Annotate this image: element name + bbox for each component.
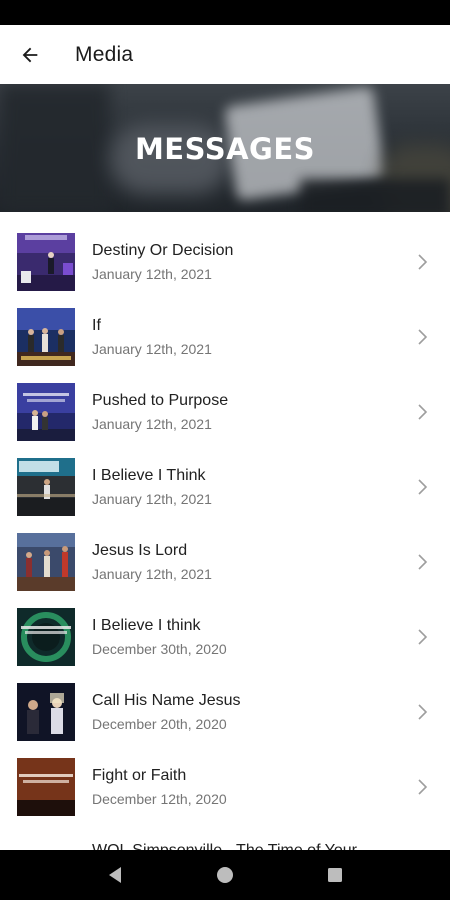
message-list[interactable]: Destiny Or Decision January 12th, 2021 I… <box>0 212 450 850</box>
nav-home-button[interactable] <box>205 855 245 895</box>
chevron-right-icon <box>418 404 428 420</box>
message-title: Pushed to Purpose <box>92 392 229 409</box>
square-recents-icon <box>328 868 342 882</box>
triangle-back-icon <box>109 867 121 883</box>
status-bar <box>0 0 450 25</box>
page-title: Media <box>75 42 134 66</box>
circle-home-icon <box>217 867 233 883</box>
list-item[interactable]: If January 12th, 2021 <box>0 287 450 366</box>
message-thumbnail <box>17 383 75 441</box>
message-thumbnail <box>17 683 75 741</box>
message-title: Call His Name Jesus <box>92 692 241 709</box>
list-item[interactable]: Destiny Or Decision January 12th, 2021 <box>0 212 450 291</box>
chevron-right-icon <box>418 254 428 270</box>
list-item[interactable]: Fight or Faith December 12th, 2020 <box>0 737 450 816</box>
list-item[interactable]: I Believe I Think January 12th, 2021 <box>0 437 450 516</box>
app-bar: Media <box>0 25 450 84</box>
message-date: December 30th, 2020 <box>92 641 227 657</box>
message-date: January 12th, 2021 <box>92 416 212 432</box>
message-thumbnail <box>17 308 75 366</box>
message-title: Jesus Is Lord <box>92 542 188 559</box>
message-title: WOL Simpsonville - The Time of Your <box>92 842 357 850</box>
message-title: Destiny Or Decision <box>92 242 234 259</box>
system-nav-bar <box>0 850 450 900</box>
list-item[interactable]: Pushed to Purpose January 12th, 2021 <box>0 362 450 441</box>
message-date: December 20th, 2020 <box>92 716 227 732</box>
message-title: If <box>92 317 101 334</box>
back-button[interactable] <box>0 25 60 84</box>
message-date: January 12th, 2021 <box>92 266 212 282</box>
message-title: Fight or Faith <box>92 767 187 784</box>
list-item[interactable]: Jesus Is Lord January 12th, 2021 <box>0 512 450 591</box>
chevron-right-icon <box>418 704 428 720</box>
list-item[interactable]: WOL Simpsonville - The Time of Your <box>0 812 450 850</box>
list-item[interactable]: Call His Name Jesus December 20th, 2020 <box>0 662 450 741</box>
nav-back-button[interactable] <box>95 855 135 895</box>
message-title: I Believe I Think <box>92 467 206 484</box>
chevron-right-icon <box>418 479 428 495</box>
message-thumbnail <box>17 758 75 816</box>
chevron-right-icon <box>418 779 428 795</box>
message-thumbnail <box>17 608 75 666</box>
message-date: December 12th, 2020 <box>92 791 227 807</box>
messages-banner: MESSAGES <box>0 84 450 212</box>
list-item[interactable]: I Believe I think December 30th, 2020 <box>0 587 450 666</box>
chevron-right-icon <box>418 629 428 645</box>
message-thumbnail <box>17 458 75 516</box>
message-thumbnail <box>17 233 75 291</box>
chevron-right-icon <box>418 329 428 345</box>
message-date: January 12th, 2021 <box>92 491 212 507</box>
banner-title: MESSAGES <box>134 132 316 166</box>
nav-recents-button[interactable] <box>315 855 355 895</box>
message-thumbnail <box>17 533 75 591</box>
arrow-back-icon <box>22 47 38 62</box>
message-title: I Believe I think <box>92 617 201 634</box>
chevron-right-icon <box>418 554 428 570</box>
message-date: January 12th, 2021 <box>92 566 212 582</box>
message-date: January 12th, 2021 <box>92 341 212 357</box>
